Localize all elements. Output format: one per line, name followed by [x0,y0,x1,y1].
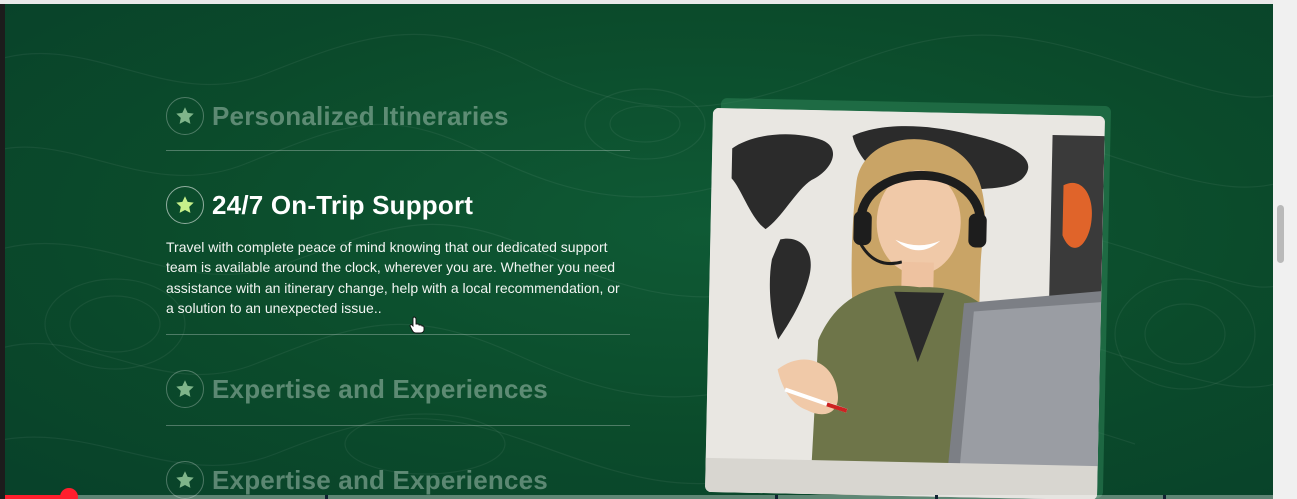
video-frame[interactable]: Personalized Itineraries 24/7 On-Trip Su… [5,4,1273,499]
star-badge [166,186,204,224]
star-icon [176,380,194,398]
star-icon [176,196,194,213]
divider [166,425,630,427]
star-badge [166,97,204,135]
hand-cursor-icon [409,316,425,334]
accordion-header[interactable]: Personalized Itineraries [166,96,630,136]
star-icon [176,107,194,124]
progress-scrubber-handle[interactable] [59,488,78,499]
accordion-header[interactable]: Expertise and Experiences [166,369,630,409]
star-icon [176,471,194,489]
accordion-item-expertise-and-experiences-2[interactable]: Expertise and Experiences [166,460,630,499]
page-scrollbar[interactable] [1273,0,1297,499]
accordion-description: Travel with complete peace of mind knowi… [166,239,620,316]
accordion-item-expertise-and-experiences[interactable]: Expertise and Experiences [166,369,630,427]
divider [166,334,630,336]
star-badge [166,370,204,409]
chapter-marker [775,495,778,499]
divider [166,150,630,151]
accordion-header[interactable]: Expertise and Experiences [166,460,630,499]
chapter-marker [1163,495,1166,499]
accordion-title: Expertise and Experiences [212,464,548,495]
chapter-marker [935,495,938,499]
accordion-title: Expertise and Experiences [212,373,548,404]
accordion-item-on-trip-support[interactable]: 24/7 On-Trip Support Travel with complet… [166,185,630,336]
accordion-item-personalized-itineraries[interactable]: Personalized Itineraries [166,96,630,151]
accordion-header[interactable]: 24/7 On-Trip Support [166,185,630,225]
accordion-title: 24/7 On-Trip Support [212,189,474,220]
star-badge [166,461,204,499]
features-accordion: Personalized Itineraries 24/7 On-Trip Su… [166,94,630,499]
support-agent-photo [705,107,1105,499]
video-progress-bar[interactable] [5,488,1273,499]
scrollbar-thumb[interactable] [1277,205,1284,263]
chapter-marker [325,495,328,499]
accordion-title: Personalized Itineraries [212,100,509,131]
